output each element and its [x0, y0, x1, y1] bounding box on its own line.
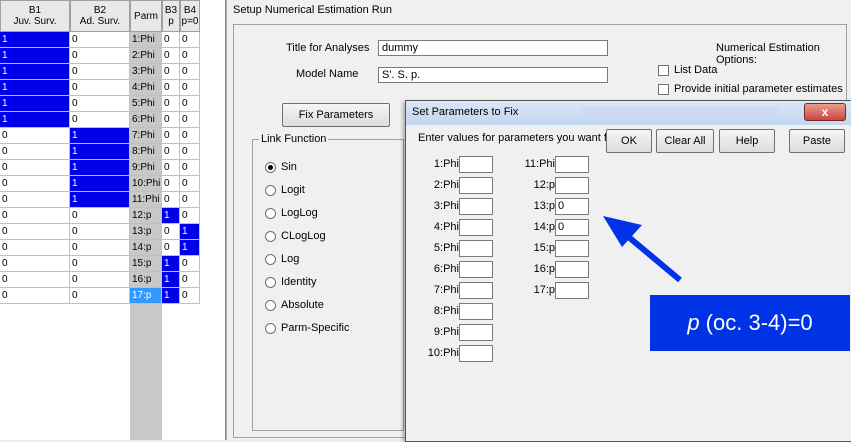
annotation-text: (oc. 3-4)=0 [699, 310, 813, 335]
annotation-box: p (oc. 3-4)=0 [650, 295, 850, 351]
annotation-arrow [603, 216, 682, 283]
annotation-italic: p [687, 310, 700, 335]
arrow-shaft [623, 231, 682, 283]
